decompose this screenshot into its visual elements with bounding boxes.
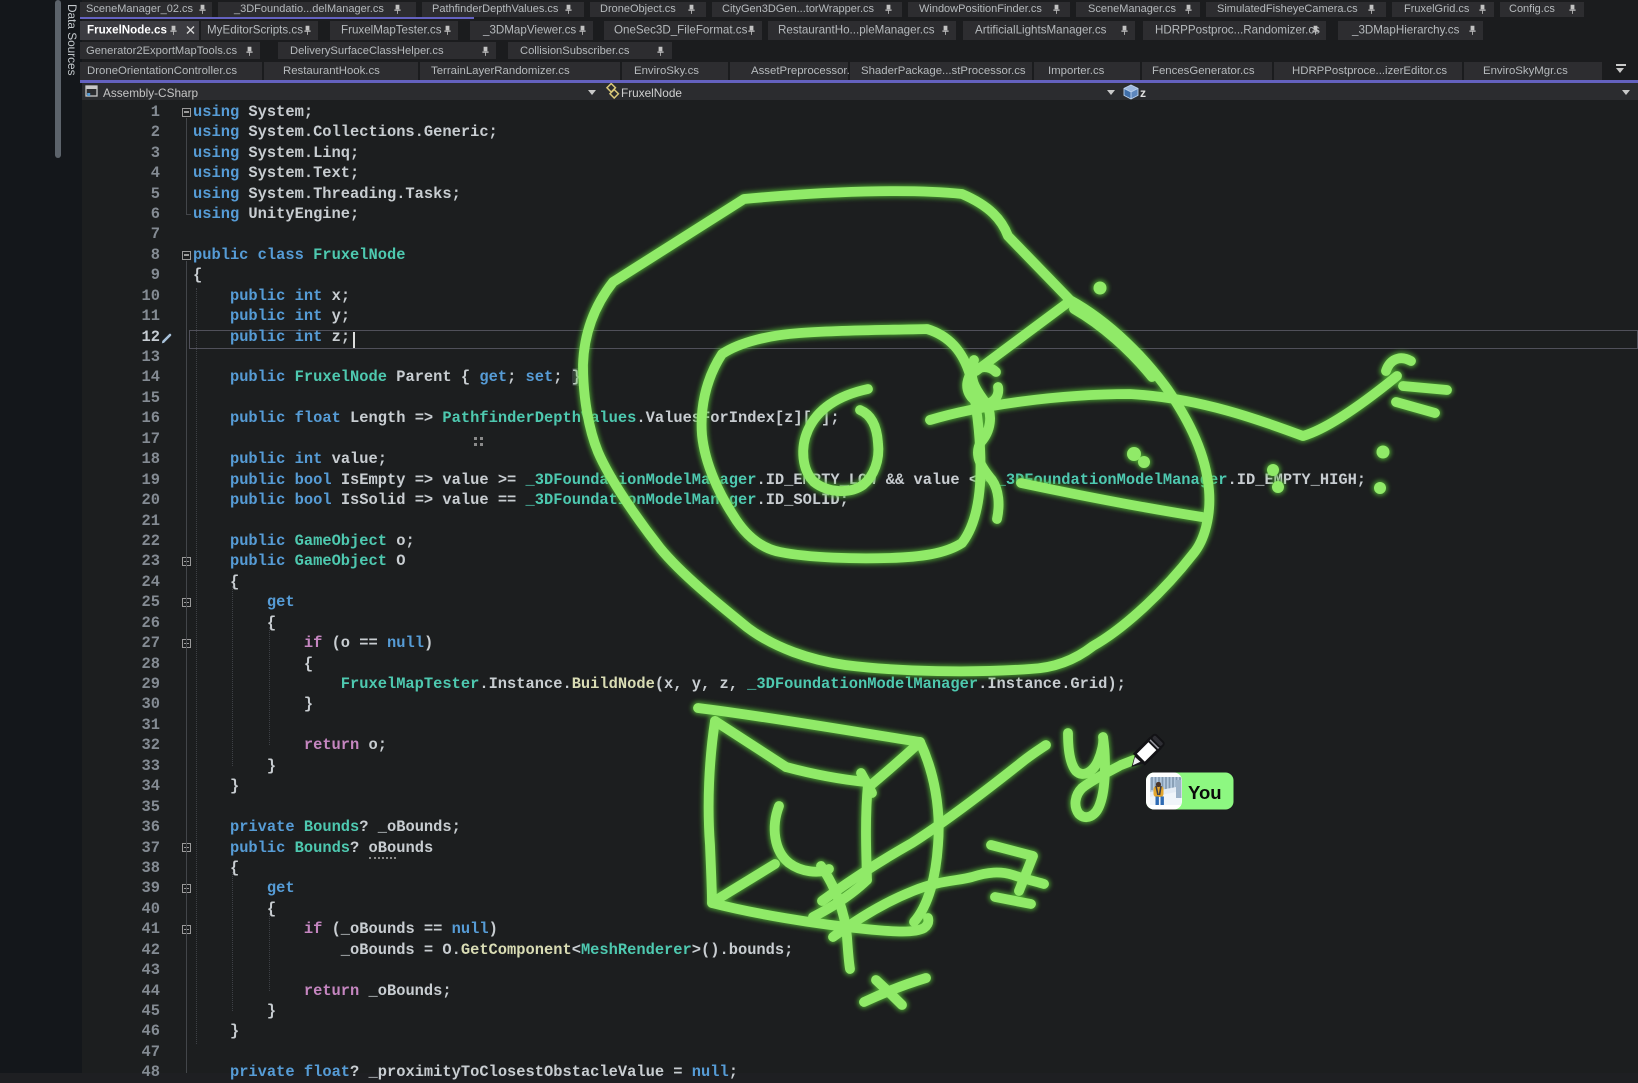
svg-text:You: You — [1188, 782, 1222, 803]
